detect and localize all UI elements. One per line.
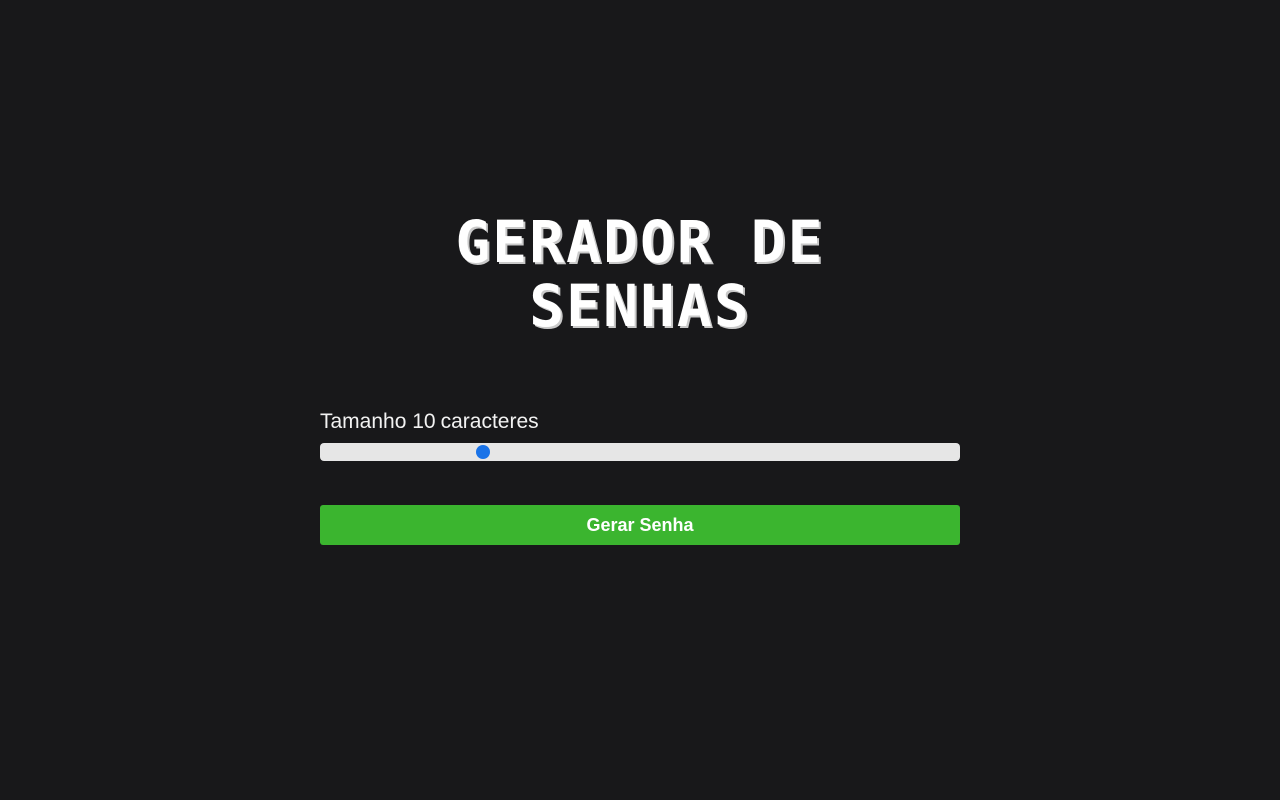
- title-line-1: GERADOR DE: [455, 208, 825, 276]
- password-length-label: Tamanho 10 caracteres: [320, 408, 539, 436]
- length-value: 10: [412, 410, 436, 433]
- page-title: GERADOR DE SENHAS: [320, 210, 960, 338]
- length-label-prefix: Tamanho: [320, 410, 407, 433]
- length-unit: caracteres: [440, 410, 539, 433]
- slider-thumb[interactable]: [476, 445, 491, 459]
- password-length-slider[interactable]: [320, 443, 960, 461]
- title-line-2: SENHAS: [529, 272, 751, 340]
- generate-password-button[interactable]: Gerar Senha: [320, 505, 960, 545]
